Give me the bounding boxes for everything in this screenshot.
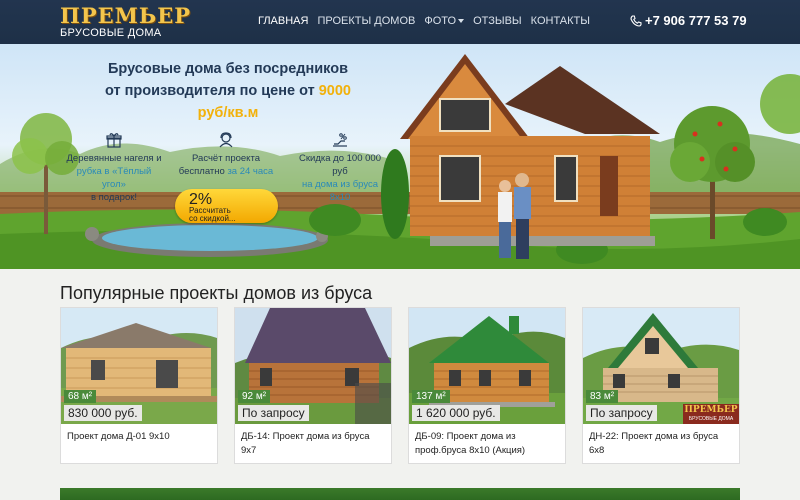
discount-icon bbox=[333, 133, 347, 147]
project-card[interactable]: 92 м² По запросу ДБ-14: Проект дома из б… bbox=[234, 307, 392, 464]
card-logo: ПРЕМЬЕР БРУСОВЫЕ ДОМА bbox=[683, 406, 739, 424]
price-label: По запросу bbox=[238, 405, 309, 421]
nav-item-projects[interactable]: ПРОЕКТЫ ДОМОВ bbox=[317, 15, 415, 27]
bottom-banner bbox=[60, 488, 740, 500]
card-logo-subtitle: БРУСОВЫЕ ДОМА bbox=[688, 416, 734, 422]
project-card[interactable]: 83 м² По запросу ПРЕМЬЕР БРУСОВЫЕ ДОМА Д… bbox=[582, 307, 740, 464]
gift-icon bbox=[106, 133, 122, 148]
section-title: Популярные проекты домов из бруса bbox=[60, 283, 373, 303]
project-title[interactable]: ДБ-09: Проект дома из проф.бруса 8х10 (А… bbox=[415, 430, 561, 458]
nav-item-photo-label: ФОТО bbox=[424, 15, 457, 27]
area-badge: 68 м² bbox=[64, 390, 97, 403]
feature-discount-text2: руб bbox=[332, 166, 348, 177]
logo-title: ПРЕМЬЕР bbox=[60, 3, 192, 28]
hero-banner: Брусовые дома без посредников от произво… bbox=[0, 44, 800, 269]
phone-number: +7 906 777 53 79 bbox=[645, 13, 747, 28]
hero-title: Брусовые дома без посредников от произво… bbox=[78, 58, 378, 124]
area-badge: 83 м² bbox=[586, 390, 619, 403]
badge-text2: со скидкой... bbox=[189, 214, 236, 223]
feature-calc-highlight: за 24 часа bbox=[227, 166, 274, 177]
consultant-icon bbox=[219, 132, 233, 148]
price-label: По запросу bbox=[586, 405, 657, 421]
area-badge: 92 м² bbox=[238, 390, 271, 403]
main-nav: ГЛАВНАЯ ПРОЕКТЫ ДОМОВ ФОТО ОТЗЫВЫ КОНТАК… bbox=[258, 15, 590, 27]
logo-subtitle: БРУСОВЫЕ ДОМА bbox=[60, 27, 162, 39]
feature-gift-text2: рубка в «Тёплый bbox=[76, 166, 152, 177]
hero-title-line2: от производителя по цене от 9000 bbox=[78, 80, 378, 102]
card-logo-title: ПРЕМЬЕР bbox=[684, 405, 738, 415]
project-image[interactable]: 68 м² 830 000 руб. bbox=[61, 308, 217, 424]
feature-discount-text3: на дома из бруса bbox=[301, 179, 379, 190]
project-image[interactable]: 92 м² По запросу bbox=[235, 308, 391, 424]
nav-item-photo[interactable]: ФОТО bbox=[424, 15, 465, 27]
feature-gift-text3: угол» bbox=[102, 179, 126, 190]
hero-price: 9000 bbox=[318, 83, 351, 99]
site-header: ПРЕМЬЕР БРУСОВЫЕ ДОМА ГЛАВНАЯ ПРОЕКТЫ ДО… bbox=[0, 0, 800, 44]
logo[interactable]: ПРЕМЬЕР БРУСОВЫЕ ДОМА bbox=[60, 5, 190, 41]
feature-calc: Расчёт проекта бесплатно за 24 часа bbox=[168, 132, 284, 178]
nav-item-home[interactable]: ГЛАВНАЯ bbox=[258, 15, 308, 27]
project-title[interactable]: ДБ-14: Проект дома из бруса 9х7 bbox=[241, 430, 387, 458]
phone-icon bbox=[630, 14, 642, 27]
feature-discount-text1: Скидка до 100 000 bbox=[299, 153, 381, 164]
project-title[interactable]: Проект дома Д-01 9х10 bbox=[67, 430, 213, 444]
project-image[interactable]: 137 м² 1 620 000 руб. bbox=[409, 308, 565, 424]
nav-item-contacts[interactable]: КОНТАКТЫ bbox=[531, 15, 590, 27]
feature-gift-text4: в подарок! bbox=[90, 192, 138, 203]
project-image[interactable]: 83 м² По запросу ПРЕМЬЕР БРУСОВЫЕ ДОМА bbox=[583, 308, 739, 424]
hero-title-text: от производителя по цене от bbox=[105, 83, 315, 99]
discount-badge-button[interactable]: 2% Рассчитать со скидкой... bbox=[175, 189, 278, 223]
project-card[interactable]: 137 м² 1 620 000 руб. ДБ-09: Проект дома… bbox=[408, 307, 566, 464]
price-label: 830 000 руб. bbox=[64, 405, 142, 421]
price-label: 1 620 000 руб. bbox=[412, 405, 500, 421]
hero-price-unit: руб/кв.м bbox=[197, 105, 259, 121]
feature-calc-text2a: бесплатно bbox=[178, 166, 225, 177]
chevron-down-icon bbox=[458, 19, 465, 24]
feature-calc-text2: бесплатно за 24 часа bbox=[168, 165, 284, 178]
hero-title-line1: Брусовые дома без посредников bbox=[108, 61, 348, 77]
feature-discount: Скидка до 100 000 руб на дома из бруса 8… bbox=[282, 132, 398, 204]
feature-calc-text1: Расчёт проекта bbox=[192, 153, 260, 164]
area-badge: 137 м² bbox=[412, 390, 450, 403]
feature-discount-text4: 8х10 bbox=[329, 192, 351, 203]
project-card[interactable]: 68 м² 830 000 руб. Проект дома Д-01 9х10 bbox=[60, 307, 218, 464]
nav-item-reviews[interactable]: ОТЗЫВЫ bbox=[473, 15, 522, 27]
phone-link[interactable]: +7 906 777 53 79 bbox=[630, 13, 747, 28]
feature-gift-text1: Деревянные нагеля и bbox=[66, 153, 162, 164]
project-title[interactable]: ДН-22: Проект дома из бруса 6х8 bbox=[589, 430, 735, 458]
feature-gift: Деревянные нагеля и рубка в «Тёплый угол… bbox=[56, 132, 172, 204]
